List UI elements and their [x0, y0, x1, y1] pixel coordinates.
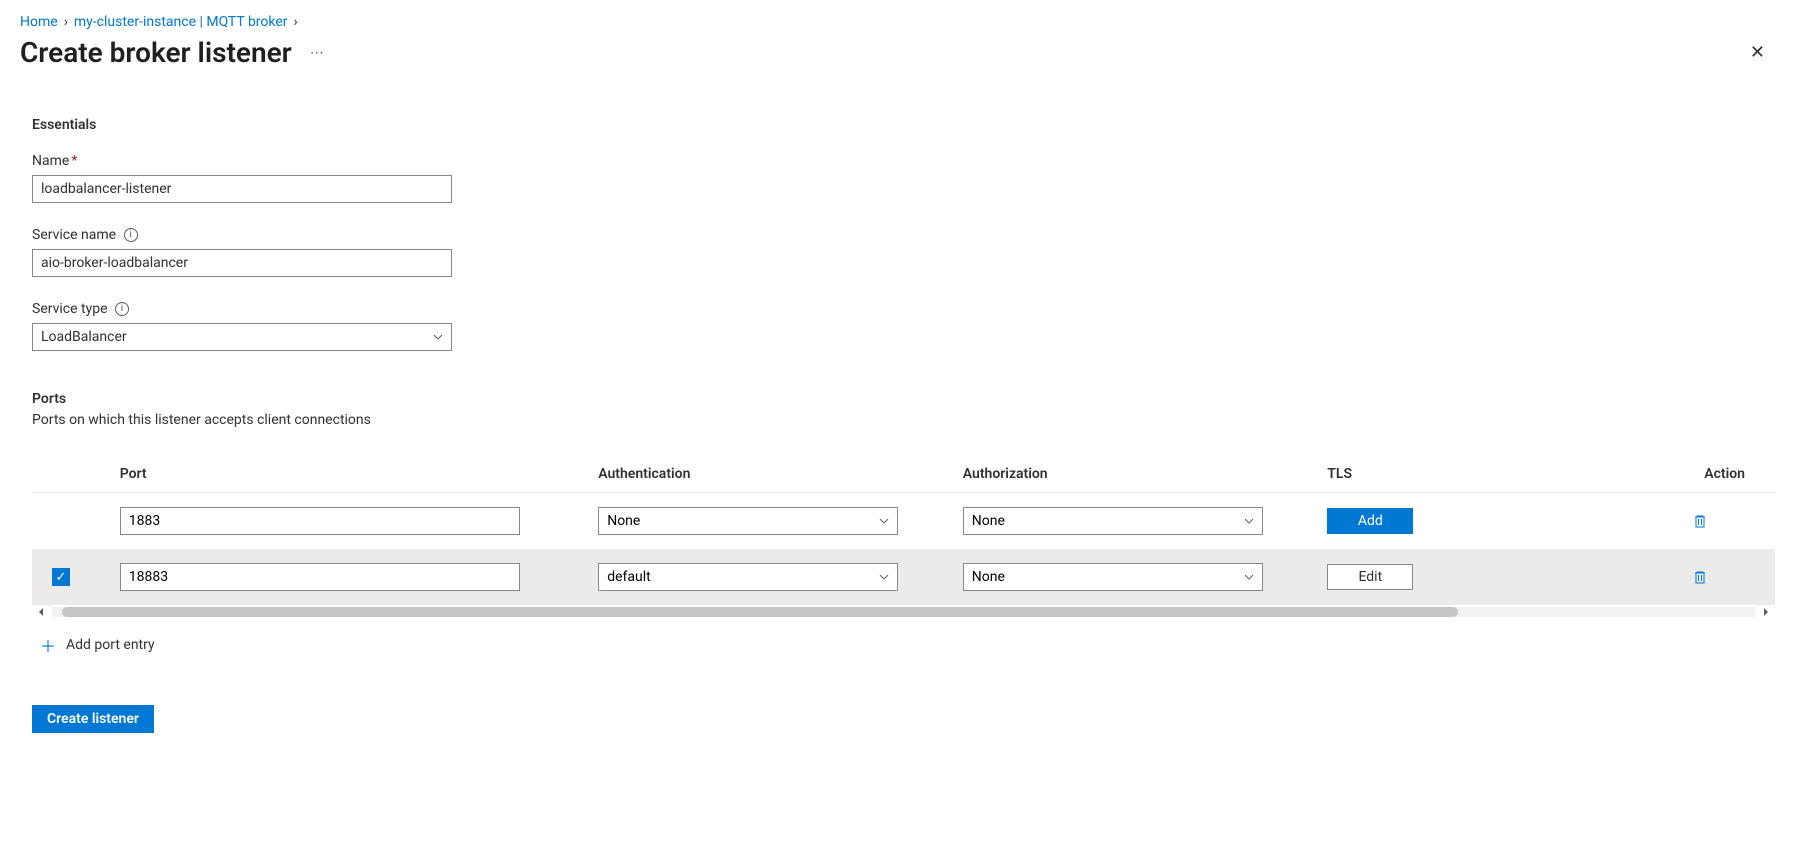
- authorization-select[interactable]: [963, 563, 1263, 591]
- service-name-label: Service name i: [32, 227, 1775, 243]
- name-input[interactable]: [32, 175, 452, 203]
- more-icon[interactable]: ⋯: [306, 41, 329, 65]
- service-name-input[interactable]: [32, 249, 452, 277]
- info-icon[interactable]: i: [115, 302, 129, 316]
- authentication-select[interactable]: [598, 563, 898, 591]
- authorization-select[interactable]: [963, 507, 1263, 535]
- delete-icon[interactable]: [1692, 569, 1745, 585]
- tls-edit-button[interactable]: Edit: [1327, 564, 1413, 590]
- col-authentication: Authentication: [590, 456, 955, 493]
- col-port: Port: [112, 456, 590, 493]
- page-title: Create broker listener: [20, 36, 292, 69]
- name-label: Name*: [32, 153, 1775, 169]
- ports-table: Port Authentication Authorization TLS Ac…: [32, 456, 1775, 605]
- service-type-select[interactable]: [32, 323, 452, 351]
- chevron-down-icon: [1243, 515, 1255, 527]
- tls-add-button[interactable]: Add: [1327, 508, 1413, 534]
- essentials-heading: Essentials: [32, 117, 1775, 133]
- chevron-down-icon: [878, 515, 890, 527]
- add-port-entry-button[interactable]: ＋ Add port entry: [32, 633, 155, 657]
- port-input[interactable]: [120, 507, 520, 535]
- plus-icon: ＋: [40, 633, 56, 657]
- scroll-right-icon[interactable]: [1757, 607, 1775, 617]
- table-row: Add: [32, 493, 1775, 550]
- scroll-track[interactable]: [52, 607, 1755, 617]
- service-type-label-text: Service type: [32, 301, 108, 317]
- breadcrumb-cluster[interactable]: my-cluster-instance | MQTT broker: [74, 14, 288, 30]
- required-asterisk: *: [71, 153, 77, 169]
- chevron-right-icon: ›: [294, 14, 298, 30]
- table-row: ✓: [32, 549, 1775, 605]
- horizontal-scrollbar[interactable]: [32, 607, 1775, 617]
- name-label-text: Name: [32, 153, 69, 169]
- service-type-label: Service type i: [32, 301, 1775, 317]
- info-icon[interactable]: i: [124, 228, 138, 242]
- scroll-thumb[interactable]: [62, 607, 1458, 617]
- col-authorization: Authorization: [955, 456, 1320, 493]
- chevron-down-icon: [878, 571, 890, 583]
- authentication-select[interactable]: [598, 507, 898, 535]
- row-checkbox[interactable]: ✓: [52, 568, 70, 586]
- breadcrumb-home[interactable]: Home: [20, 14, 58, 30]
- close-icon[interactable]: ✕: [1740, 36, 1775, 69]
- ports-heading: Ports: [32, 391, 1775, 407]
- chevron-down-icon: [1243, 571, 1255, 583]
- breadcrumb: Home › my-cluster-instance | MQTT broker…: [20, 14, 1775, 30]
- col-checkbox: [32, 456, 112, 493]
- ports-description: Ports on which this listener accepts cli…: [32, 412, 1775, 428]
- add-port-entry-label: Add port entry: [66, 637, 155, 653]
- create-listener-button[interactable]: Create listener: [32, 705, 154, 733]
- col-action: Action: [1684, 456, 1775, 493]
- col-tls: TLS: [1319, 456, 1684, 493]
- port-input[interactable]: [120, 563, 520, 591]
- delete-icon[interactable]: [1692, 513, 1745, 529]
- service-name-label-text: Service name: [32, 227, 116, 243]
- scroll-left-icon[interactable]: [32, 607, 50, 617]
- chevron-right-icon: ›: [64, 14, 68, 30]
